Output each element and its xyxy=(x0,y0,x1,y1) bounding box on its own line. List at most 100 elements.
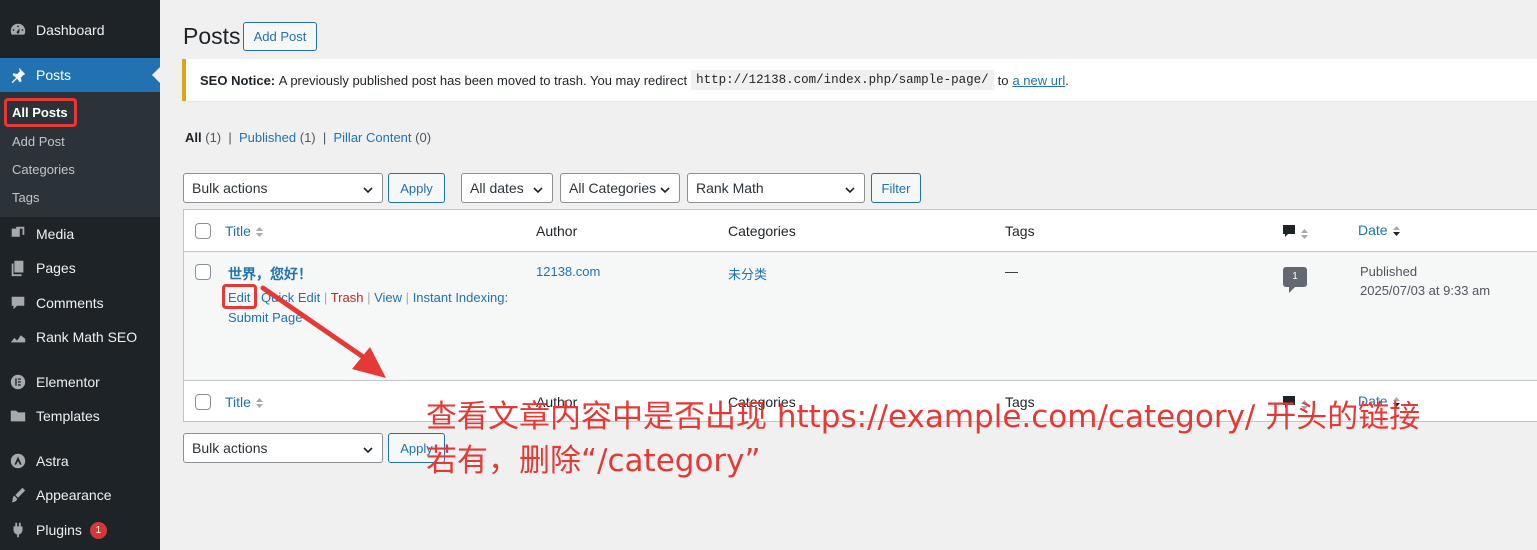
menu-comments[interactable]: Comments xyxy=(0,286,160,320)
filter-sep: | xyxy=(228,130,232,145)
categories-select[interactable]: All Categories xyxy=(560,173,680,203)
menu-templates[interactable]: Templates xyxy=(0,399,160,433)
author-link[interactable]: 12138.com xyxy=(536,264,600,279)
chevron-down-icon xyxy=(532,183,544,195)
menu-appearance[interactable]: Appearance xyxy=(0,478,160,512)
page-title: Posts xyxy=(183,23,241,49)
highlight-box-all-posts xyxy=(4,98,77,127)
select-all-checkbox[interactable] xyxy=(195,394,211,410)
rank-math-select[interactable]: Rank Math xyxy=(687,173,865,203)
column-title-label: Title xyxy=(225,394,251,410)
apply-button[interactable]: Apply xyxy=(388,173,445,203)
column-tags: Tags xyxy=(1005,223,1035,239)
menu-posts[interactable]: Posts xyxy=(0,58,160,92)
main-content: Posts Add Post SEO Notice: A previously … xyxy=(160,0,1537,550)
menu-label: Rank Math SEO xyxy=(36,329,138,345)
menu-plugins[interactable]: Plugins 1 xyxy=(0,513,160,547)
menu-label: Dashboard xyxy=(36,22,105,38)
filter-sep: | xyxy=(322,130,327,145)
filter-pillar-count: (0) xyxy=(415,130,432,145)
menu-astra[interactable]: Astra xyxy=(0,444,160,478)
column-title[interactable]: Title xyxy=(225,223,264,239)
chevron-down-icon xyxy=(362,443,374,455)
row-checkbox[interactable] xyxy=(195,264,211,280)
menu-pages[interactable]: Pages xyxy=(0,251,160,285)
submenu-categories[interactable]: Categories xyxy=(12,162,75,177)
rank-math-value: Rank Math xyxy=(696,180,764,196)
column-date[interactable]: Date xyxy=(1358,222,1401,238)
notice-title: SEO Notice: xyxy=(200,72,276,88)
notice-code: http://12138.com/index.php/sample-page/ xyxy=(691,70,994,90)
admin-sidebar: Dashboard Posts All Posts Add Post Categ… xyxy=(0,0,160,550)
menu-rank-math[interactable]: Rank Math SEO xyxy=(0,320,160,354)
annotation-text-line1: 查看文章内容中是否出现 https://example.com/category… xyxy=(426,399,1421,435)
tags-empty: — xyxy=(1005,264,1018,279)
bulk-actions-select-bottom[interactable]: Bulk actions xyxy=(183,433,383,463)
submenu-add-post[interactable]: Add Post xyxy=(12,134,65,149)
column-date-label: Date xyxy=(1358,222,1388,238)
menu-label: Comments xyxy=(36,295,104,311)
post-status-filter: All (1) | Published (1) | Pillar Content… xyxy=(185,130,431,145)
column-categories: Categories xyxy=(728,223,796,239)
dates-value: All dates xyxy=(470,180,524,196)
column-author: Author xyxy=(536,223,578,239)
menu-dashboard[interactable]: Dashboard xyxy=(0,13,160,47)
pages-icon xyxy=(8,258,28,278)
chevron-down-icon xyxy=(362,183,374,195)
sort-icon xyxy=(1301,229,1308,240)
submenu-tags[interactable]: Tags xyxy=(12,190,39,205)
category-link[interactable]: 未分类 xyxy=(728,264,767,283)
column-title-label: Title xyxy=(225,223,251,239)
notice-text: A previously published post has been mov… xyxy=(278,72,688,88)
chevron-down-icon xyxy=(659,183,671,195)
folder-icon xyxy=(8,406,28,426)
menu-label: Astra xyxy=(36,453,69,469)
categories-value: All Categories xyxy=(569,180,657,196)
select-all-checkbox[interactable] xyxy=(195,223,211,239)
sort-desc-icon xyxy=(1392,226,1400,237)
column-comments[interactable] xyxy=(1282,224,1309,241)
dates-select[interactable]: All dates xyxy=(461,173,553,203)
astra-icon xyxy=(8,451,28,471)
menu-elementor[interactable]: Elementor xyxy=(0,365,160,399)
filter-published-count: (1) xyxy=(299,130,316,145)
menu-label: Media xyxy=(36,226,75,242)
chevron-down-icon xyxy=(844,183,856,195)
media-icon xyxy=(8,224,28,244)
bulk-actions-select[interactable]: Bulk actions xyxy=(183,173,383,203)
chart-icon xyxy=(8,327,28,347)
filter-all-count: (1) xyxy=(205,130,222,145)
menu-media[interactable]: Media xyxy=(0,217,160,251)
notice-new-url-link[interactable]: a new url xyxy=(1012,73,1065,88)
annotation-arrow xyxy=(260,285,386,378)
comment-count-bubble[interactable]: 1 xyxy=(1283,267,1307,293)
post-title-link[interactable]: 世界，您好！ xyxy=(228,264,312,284)
pin-icon xyxy=(8,65,28,85)
comment-icon xyxy=(1283,225,1295,237)
annotation-text-line2: 若有，删除“/category” xyxy=(426,443,761,479)
brush-icon xyxy=(8,485,28,505)
sort-icon xyxy=(255,398,263,409)
filter-button[interactable]: Filter xyxy=(871,173,921,203)
plugins-update-badge: 1 xyxy=(89,521,107,539)
bulk-actions-value: Bulk actions xyxy=(192,180,268,196)
table-header: Title Author Categories Tags Date xyxy=(184,210,1537,252)
action-sep: | xyxy=(405,290,410,305)
sort-icon xyxy=(255,227,263,238)
elementor-icon xyxy=(8,372,28,392)
filter-all[interactable]: All xyxy=(185,130,202,145)
menu-label: Elementor xyxy=(36,374,100,390)
menu-label: Pages xyxy=(36,260,76,276)
seo-notice: SEO Notice: A previously published post … xyxy=(182,59,1537,101)
filter-pillar-content[interactable]: Pillar Content xyxy=(333,130,411,145)
post-date: 2025/07/03 at 9:33 am xyxy=(1360,283,1491,298)
filter-published[interactable]: Published xyxy=(239,130,296,145)
column-title[interactable]: Title xyxy=(225,394,264,410)
menu-label: Posts xyxy=(36,67,72,83)
menu-label: Appearance xyxy=(36,487,112,503)
menu-label: Plugins xyxy=(36,522,82,538)
notice-end: . xyxy=(1065,72,1069,88)
comments-icon xyxy=(8,293,28,313)
add-post-button[interactable]: Add Post xyxy=(243,22,317,51)
plugin-icon xyxy=(8,520,28,540)
